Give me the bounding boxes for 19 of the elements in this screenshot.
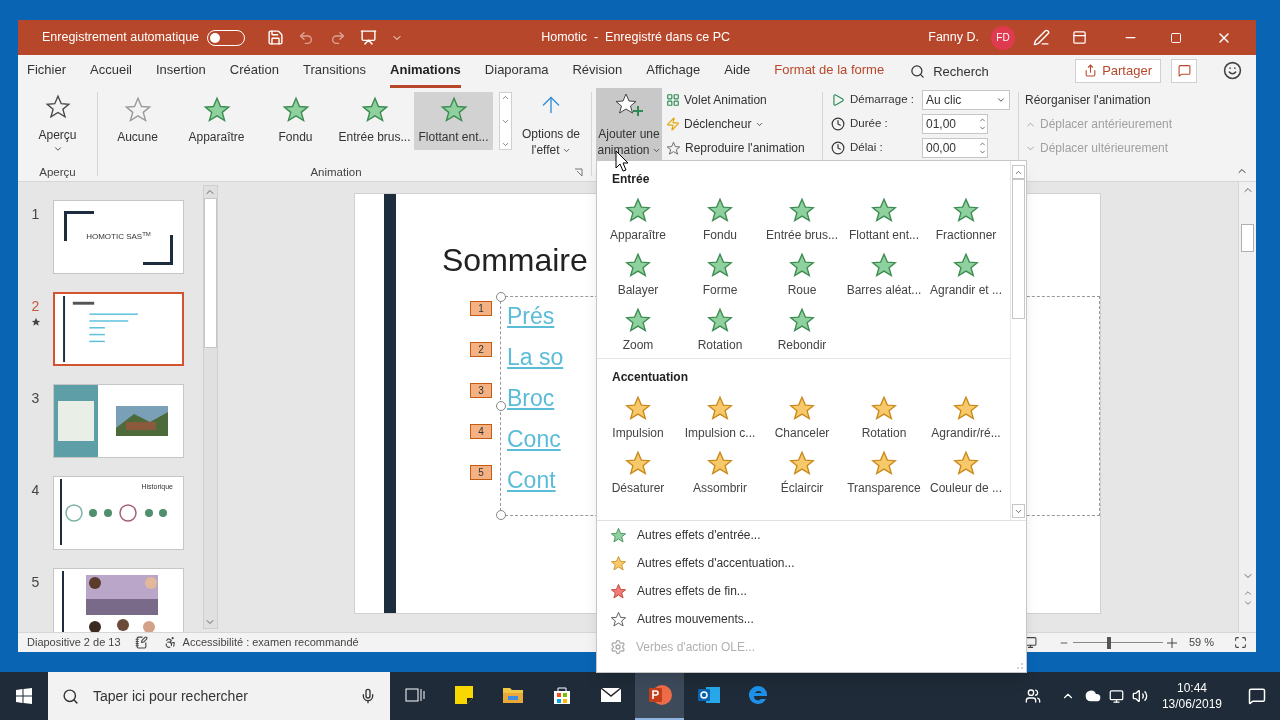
reorder-title: Réorganiser l'animation [1025, 92, 1152, 109]
slide-counter: Diapositive 2 de 13 [27, 635, 121, 651]
thumbnail-title: HOMOTIC SAS$^{TM}$ [86, 231, 151, 243]
autosave-label: Enregistrement automatique [42, 29, 200, 47]
timing-label: Délai : [850, 140, 884, 156]
timing-label: Durée : [850, 116, 889, 132]
section-heading: Accentuation [612, 370, 688, 384]
slide-number: 1 [31, 205, 40, 224]
group-label: Aperçu [39, 164, 76, 180]
group-label: Animation [310, 164, 362, 180]
slide-number: 2 [31, 297, 40, 316]
user-name: Fanny D. [928, 29, 979, 47]
slide-number: 4 [31, 481, 40, 500]
section-heading: Entrée [612, 172, 650, 186]
slide-number: 5 [31, 573, 40, 592]
slide-title: Sommaire [442, 241, 588, 280]
window-title: Homotic - Enregistré dans ce PC [541, 29, 731, 47]
timing-label: Démarrage : [850, 92, 915, 108]
slide-number: 3 [31, 389, 40, 408]
